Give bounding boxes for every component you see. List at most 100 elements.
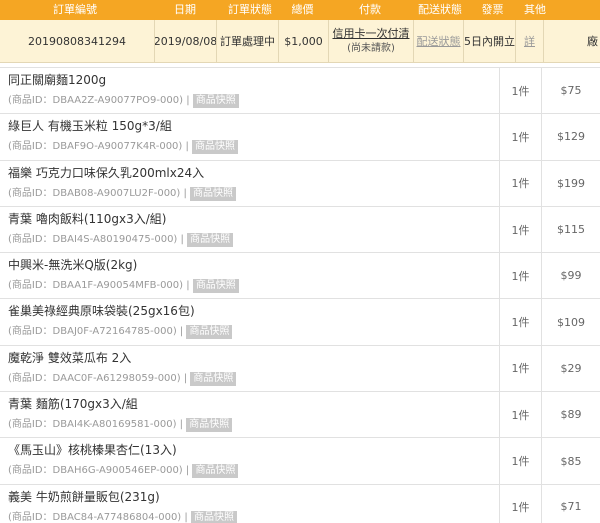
item-info: 青葉 麵筋(170gx3入/組 (商品ID：DBAI4K-A80169581-0… xyxy=(0,392,500,438)
item-code: (商品ID：DBAA1F-A90054MFB-000) | 商品快照 xyxy=(8,278,499,294)
item-id: (商品ID：DBAA1F-A90054MFB-000) | xyxy=(8,280,190,292)
order-detail-link[interactable]: 詳 xyxy=(524,33,535,49)
item-snapshot-button[interactable]: 商品快照 xyxy=(186,418,233,433)
payment-method-link[interactable]: 信用卡一次付清 xyxy=(333,26,410,41)
item-snapshot-button[interactable]: 商品快照 xyxy=(192,279,239,294)
item-qty: 1件 xyxy=(500,484,542,523)
item-price: $99 xyxy=(560,269,582,283)
item-id: (商品ID：DBAC84-A77486804-000) | xyxy=(8,511,188,523)
payment-cell: 信用卡一次付清 (尚未請款) xyxy=(329,20,414,62)
order-item-row: 福樂 巧克力口味保久乳200mlx24入 (商品ID：DBAB08-A9007L… xyxy=(0,159,600,206)
item-info: 《馬玉山》核桃榛果杏仁(13入) (商品ID：DBAH6G-A900546EP-… xyxy=(0,438,500,484)
header-extra xyxy=(550,0,600,20)
item-snapshot-button[interactable]: 商品快照 xyxy=(186,325,233,340)
item-id: (商品ID：DBAH6G-A900546EP-000) | xyxy=(8,465,190,477)
item-qty: 1件 xyxy=(500,253,542,299)
item-name[interactable]: 同正關廟麵1200g xyxy=(8,71,499,89)
item-name[interactable]: 魔乾淨 雙效菜瓜布 2入 xyxy=(8,349,499,367)
item-info: 中興米-無洗米Q版(2kg) (商品ID：DBAA1F-A90054MFB-00… xyxy=(0,253,500,299)
item-price: $89 xyxy=(560,408,582,422)
order-item-row: 中興米-無洗米Q版(2kg) (商品ID：DBAA1F-A90054MFB-00… xyxy=(0,252,600,299)
item-snapshot-button[interactable]: 商品快照 xyxy=(187,232,234,247)
item-name[interactable]: 《馬玉山》核桃榛果杏仁(13入) xyxy=(8,441,499,459)
order-items-list: 同正關廟麵1200g (商品ID：DBAA2Z-A90077PO9-000) |… xyxy=(0,67,600,523)
header-payment: 付款 xyxy=(359,3,381,16)
extra-cell: 廠 xyxy=(587,35,598,48)
header-date: 日期 xyxy=(174,3,196,16)
order-total: $1,000 xyxy=(279,20,329,62)
order-number: 20190808341294 xyxy=(0,20,155,62)
header-order-number: 訂單編號 xyxy=(53,3,97,16)
item-code: (商品ID：DBAI4S-A80190475-000) | 商品快照 xyxy=(8,232,499,248)
order-item-row: 魔乾淨 雙效菜瓜布 2入 (商品ID：DAAC0F-A61298059-000)… xyxy=(0,344,600,392)
item-code: (商品ID：DBAJ0F-A72164785-000) | 商品快照 xyxy=(8,324,499,340)
order-status: 訂單處理中 xyxy=(217,20,279,62)
item-name[interactable]: 青葉 麵筋(170gx3入/組 xyxy=(8,395,499,413)
item-info: 綠巨人 有機玉米粒 150g*3/組 (商品ID：DBAF9O-A90077K4… xyxy=(0,114,500,160)
item-name[interactable]: 青葉 嚕肉飯料(110gx3入/組) xyxy=(8,210,499,228)
item-code: (商品ID：DBAF9O-A90077K4R-000) | 商品快照 xyxy=(8,139,499,155)
payment-status: (尚未請款) xyxy=(347,43,395,54)
item-id: (商品ID：DBAI4K-A80169581-000) | xyxy=(8,419,184,431)
order-date: 2019/08/08 xyxy=(155,20,217,62)
order-item-row: 青葉 麵筋(170gx3入/組 (商品ID：DBAI4K-A80169581-0… xyxy=(0,391,600,438)
item-qty: 1件 xyxy=(500,438,542,484)
item-info: 雀巢美祿經典原味袋裝(25gx16包) (商品ID：DBAJ0F-A721647… xyxy=(0,299,500,345)
item-qty: 1件 xyxy=(500,299,542,345)
order-item-row: 青葉 嚕肉飯料(110gx3入/組) (商品ID：DBAI4S-A8019047… xyxy=(0,205,600,253)
other-cell: 詳 xyxy=(516,20,544,62)
item-qty: 1件 xyxy=(500,114,542,160)
item-qty: 1件 xyxy=(500,206,542,253)
header-shipping: 配送狀態 xyxy=(418,3,462,16)
item-code: (商品ID：DBAH6G-A900546EP-000) | 商品快照 xyxy=(8,463,499,479)
item-name[interactable]: 綠巨人 有機玉米粒 150g*3/組 xyxy=(8,117,499,135)
item-qty: 1件 xyxy=(500,345,542,392)
item-id: (商品ID：DAAC0F-A61298059-000) | xyxy=(8,372,188,384)
header-status: 訂單狀態 xyxy=(228,3,272,16)
header-invoice: 發票 xyxy=(481,3,504,16)
item-code: (商品ID：DAAC0F-A61298059-000) | 商品快照 xyxy=(8,371,499,387)
item-name[interactable]: 中興米-無洗米Q版(2kg) xyxy=(8,256,499,274)
item-snapshot-button[interactable]: 商品快照 xyxy=(192,464,239,479)
order-summary-row: 20190808341294 2019/08/08 訂單處理中 $1,000 信… xyxy=(0,20,600,63)
header-total: 總價 xyxy=(291,3,314,16)
order-item-row: 《馬玉山》核桃榛果杏仁(13入) (商品ID：DBAH6G-A900546EP-… xyxy=(0,437,600,484)
item-snapshot-button[interactable]: 商品快照 xyxy=(192,94,239,108)
invoice-cell: 5日內開立 xyxy=(464,20,516,62)
shipping-cell: 配送狀態 xyxy=(414,20,464,62)
item-code: (商品ID：DBAC84-A77486804-000) | 商品快照 xyxy=(8,510,499,523)
item-code: (商品ID：DBAI4K-A80169581-000) | 商品快照 xyxy=(8,417,499,433)
header-other: 其他 xyxy=(524,3,546,16)
item-price: $109 xyxy=(557,315,585,329)
item-name[interactable]: 福樂 巧克力口味保久乳200mlx24入 xyxy=(8,164,499,182)
item-id: (商品ID：DBAJ0F-A72164785-000) | xyxy=(8,326,184,338)
order-item-row: 雀巢美祿經典原味袋裝(25gx16包) (商品ID：DBAJ0F-A721647… xyxy=(0,298,600,345)
item-name[interactable]: 雀巢美祿經典原味袋裝(25gx16包) xyxy=(8,302,499,320)
item-snapshot-button[interactable]: 商品快照 xyxy=(190,186,237,201)
shipping-status-link[interactable]: 配送狀態 xyxy=(417,33,461,49)
item-qty: 1件 xyxy=(500,160,542,206)
item-info: 青葉 嚕肉飯料(110gx3入/組) (商品ID：DBAI4S-A8019047… xyxy=(0,206,500,253)
item-snapshot-button[interactable]: 商品快照 xyxy=(190,510,237,523)
order-item-row: 同正關廟麵1200g (商品ID：DBAA2Z-A90077PO9-000) |… xyxy=(0,67,600,114)
item-info: 魔乾淨 雙效菜瓜布 2入 (商品ID：DAAC0F-A61298059-000)… xyxy=(0,345,500,392)
item-qty: 1件 xyxy=(500,68,542,114)
item-price: $71 xyxy=(560,500,582,514)
item-price: $29 xyxy=(560,361,582,375)
item-snapshot-button[interactable]: 商品快照 xyxy=(192,140,239,155)
item-price: $85 xyxy=(560,454,582,468)
item-id: (商品ID：DBAF9O-A90077K4R-000) | xyxy=(8,141,189,153)
item-code: (商品ID：DBAA2Z-A90077PO9-000) | 商品快照 xyxy=(8,93,499,109)
item-price: $115 xyxy=(557,223,585,237)
item-id: (商品ID：DBAI4S-A80190475-000) | xyxy=(8,233,184,245)
order-item-row: 綠巨人 有機玉米粒 150g*3/組 (商品ID：DBAF9O-A90077K4… xyxy=(0,113,600,160)
item-snapshot-button[interactable]: 商品快照 xyxy=(190,371,237,386)
item-info: 福樂 巧克力口味保久乳200mlx24入 (商品ID：DBAB08-A9007L… xyxy=(0,160,500,206)
item-id: (商品ID：DBAA2Z-A90077PO9-000) | xyxy=(8,95,190,106)
item-price: $129 xyxy=(557,130,585,144)
item-price: $199 xyxy=(557,176,585,190)
item-name[interactable]: 義美 牛奶煎餅量販包(231g) xyxy=(8,488,499,506)
item-code: (商品ID：DBAB08-A9007LU2F-000) | 商品快照 xyxy=(8,186,499,202)
item-id: (商品ID：DBAB08-A9007LU2F-000) | xyxy=(8,187,187,199)
order-table-header: 訂單編號 日期 訂單狀態 總價 付款 配送狀態 發票 其他 xyxy=(0,0,600,20)
